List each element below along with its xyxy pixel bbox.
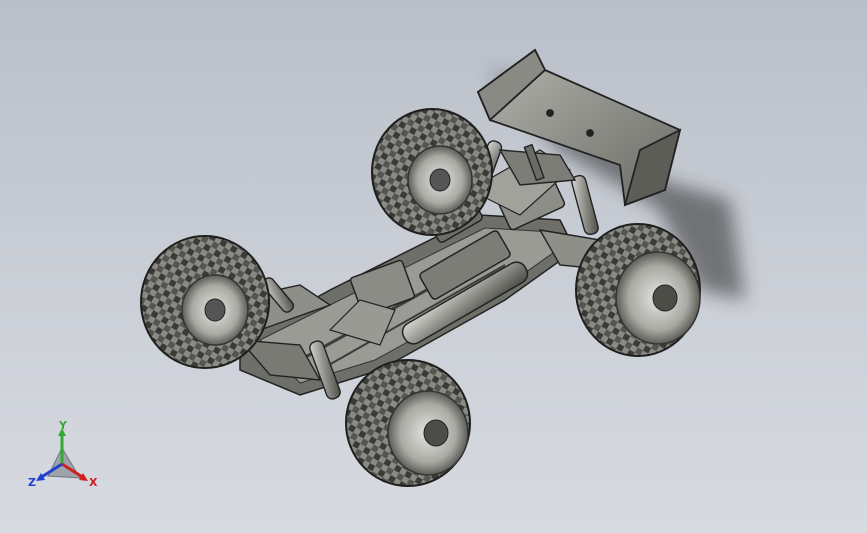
wheel-front-right [345, 359, 471, 487]
y-axis-label: Y [59, 419, 67, 432]
wheel-rear-left [371, 108, 493, 236]
z-axis-label: Z [28, 476, 36, 489]
wheel-front-left [140, 235, 270, 369]
rc-truck-model[interactable] [0, 0, 867, 533]
x-axis-label: X [89, 476, 98, 489]
wheel-rear-right [575, 223, 701, 357]
graphics-viewport[interactable]: Y X Z [0, 0, 867, 533]
orientation-triad[interactable]: Y X Z [22, 418, 106, 498]
